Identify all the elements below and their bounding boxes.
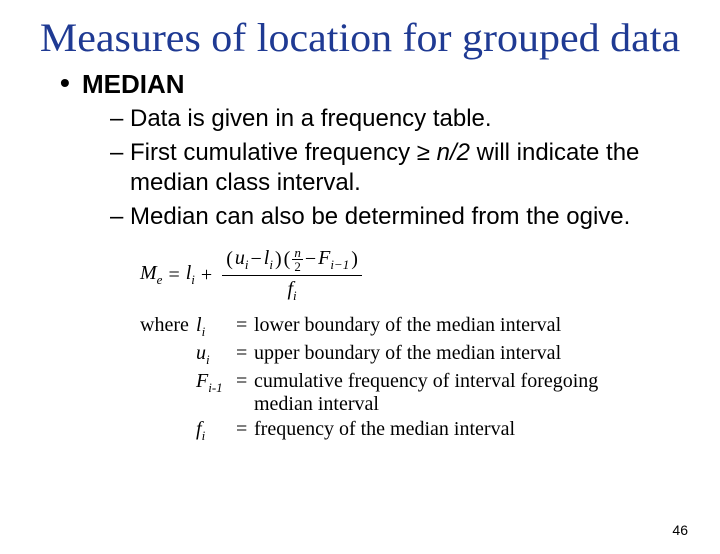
where-label: where [140, 314, 196, 337]
lparen-2: ( [284, 248, 291, 271]
sym-F: F [318, 247, 330, 269]
def-ui: ui = upper boundary of the median interv… [140, 342, 676, 368]
rparen-2: ) [351, 248, 358, 271]
def-F-eq: = [236, 370, 254, 393]
def-F-sub: i-1 [208, 380, 222, 395]
def-li-eq: = [236, 314, 254, 337]
bullet-1: Data is given in a frequency table. [110, 104, 676, 134]
def-ui-eq: = [236, 342, 254, 365]
def-li-sub: i [202, 324, 206, 339]
bullet-2-n2: n/2 [437, 139, 470, 166]
def-li-desc: lower boundary of the median interval [254, 314, 654, 337]
def-ui-sub: i [206, 352, 210, 367]
fraction: (ui − li) (n2 − Fi−1) fi [222, 246, 362, 304]
heading-text: MEDIAN [82, 69, 185, 99]
sub-fi: i [293, 288, 297, 303]
def-ui-sym: u [196, 342, 206, 364]
bullet-3: Median can also be determined from the o… [110, 202, 676, 232]
plus-sign: + [201, 264, 212, 287]
sym-ui: u [235, 247, 245, 269]
page-number: 46 [672, 522, 688, 538]
sub-li-2: i [269, 257, 273, 272]
sub-li: i [191, 272, 195, 287]
n-over-2: n2 [292, 246, 303, 273]
def-fi-eq: = [236, 418, 254, 441]
def-F: Fi-1 = cumulative frequency of interval … [140, 370, 676, 416]
denominator: fi [287, 276, 296, 304]
lparen-1: ( [226, 248, 233, 271]
slide-title: Measures of location for grouped data [0, 14, 720, 61]
def-ui-desc: upper boundary of the median interval [254, 342, 654, 365]
bullet-2: First cumulative frequency ≥ n/2 will in… [110, 138, 676, 198]
def-F-desc: cumulative frequency of interval foregoi… [254, 370, 654, 416]
formula-block: Me = li + (ui − li) (n2 − Fi−1) fi where… [140, 246, 676, 444]
where-block: where li = lower boundary of the median … [140, 314, 676, 444]
bullet-2-pre: First cumulative frequency ≥ [130, 139, 437, 166]
median-formula: Me = li + (ui − li) (n2 − Fi−1) fi [140, 246, 676, 304]
rparen-1: ) [275, 248, 282, 271]
sym-n: n [292, 246, 303, 260]
def-li: where li = lower boundary of the median … [140, 314, 676, 340]
numerator: (ui − li) (n2 − Fi−1) [222, 246, 362, 276]
sub-e: e [157, 272, 163, 287]
sub-ui: i [245, 257, 249, 272]
section-heading: MEDIAN Data is given in a frequency tabl… [60, 69, 676, 232]
sub-F: i−1 [330, 257, 349, 272]
def-F-sym: F [196, 370, 208, 392]
def-fi: fi = frequency of the median interval [140, 418, 676, 444]
def-fi-sub: i [202, 428, 206, 443]
equals-sign: = [168, 264, 179, 287]
content-area: MEDIAN Data is given in a frequency tabl… [0, 69, 720, 444]
num-2: 2 [292, 260, 303, 273]
def-fi-desc: frequency of the median interval [254, 418, 654, 441]
minus-1: − [251, 248, 262, 271]
sym-Me: M [140, 262, 157, 284]
minus-2: − [305, 248, 316, 271]
